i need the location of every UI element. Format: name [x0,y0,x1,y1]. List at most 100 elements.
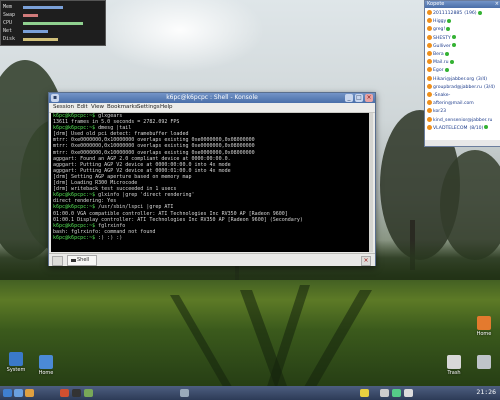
terminal-text: 01:00.1 Display controller: ATI Technolo… [53,216,303,223]
kopete-titlebar[interactable]: Kopete × [425,1,500,8]
konsole-icon[interactable] [72,389,81,397]
contact-name: VLADTELECOM [433,125,468,131]
contact-item[interactable]: 2011112885 (196) [427,10,482,17]
terminal-text: agpgart: Putting AGP V2 device at 0000:0… [53,161,231,168]
terminal-output[interactable]: k6pc@k6pcpc:~$ glxgears 13611 frames in 5… [51,113,371,252]
online-icon [477,10,482,15]
contact-item[interactable]: Bera [427,51,449,58]
menu-bookmarks[interactable]: Bookmarks [107,103,138,112]
contact-item[interactable]: SHESTY [427,34,456,42]
terminal-text: [drm] Used old pci detect: framebuffer l… [53,131,189,138]
terminal-text: [drm] Setting AGP aperture based on memo… [53,173,192,180]
monitor-row: Disk [3,36,16,42]
konsole-window[interactable]: ▪ k6pc@k6pcpc : Shell - Konsole _ □ × Se… [48,92,376,266]
menu-view[interactable]: View [91,103,104,112]
contact-item[interactable]: Hikari@jabber.org (3/4) [427,75,488,83]
desktop-icon[interactable] [14,389,23,397]
terminal-scrollbar[interactable] [369,113,373,252]
shell-prompt: k6pc@k6pcpc:~$ [53,125,99,132]
shell-prompt: k6pc@k6pcpc:~$ [53,204,99,211]
computer-icon [9,352,23,366]
contact-status-icon [427,51,432,56]
contact-name: -Snake- [433,93,451,98]
contact-item[interactable]: -Snake- [427,92,450,99]
contact-status-icon [427,116,432,122]
terminal-text: mtrr: 0xe0000000,0x10000000 overlaps exi… [53,149,255,156]
contact-status-icon [427,124,432,130]
home-icon[interactable] [25,389,34,397]
maximize-icon[interactable]: □ [355,94,363,102]
terminal-text: direct rendering: Yes [53,198,117,205]
contact-item[interactable]: Mail.ru [427,59,454,66]
trash-icon [447,355,461,369]
contact-count: (3/4) [476,76,488,82]
terminal-text: :) :) :) [98,234,126,241]
menu-edit[interactable]: Edit [77,103,88,112]
contact-item[interactable]: kor23 [427,108,446,115]
network-icon[interactable] [392,389,401,397]
menu-session[interactable]: Session [53,103,74,112]
monitor-row: Mem [3,4,13,10]
shell-prompt: k6pc@k6pcpc:~$ [53,222,99,229]
contact-name: Bera [433,52,444,57]
monitor-bar [23,30,48,33]
monitor-bar [23,38,58,41]
kmenu-icon[interactable] [3,389,12,397]
terminal-icon [71,259,76,262]
tab-shell[interactable]: Shell [67,255,97,266]
contact-status-icon [427,42,432,48]
contact-item[interactable]: kind_sensenior@jabber.ru [427,116,493,124]
menu-help[interactable]: Help [160,103,173,112]
contact-status-icon [427,67,432,73]
new-tab-button[interactable] [52,256,63,266]
desktop-icon-drive[interactable] [472,355,496,370]
contact-item[interactable]: greg! [427,26,451,33]
volume-icon[interactable] [380,389,389,397]
kopete-icon[interactable] [360,389,369,397]
contact-count: (3/4) [483,84,495,90]
desktop-icon-label: Home [38,370,54,376]
terminal-text: fglrxinfo [98,222,126,229]
pager-icon[interactable] [180,389,189,397]
contact-name: afterin@mail.com [433,101,474,107]
contact-item[interactable]: Higgy [427,18,452,25]
contact-item[interactable]: groupbrad@jabber.ru (3/4) [427,83,495,91]
contact-item[interactable]: Gulliver [427,42,456,50]
contact-item[interactable]: VLADTELECOM (8/10) [427,124,489,132]
contact-name: Hikari@jabber.org [433,76,475,82]
desktop-icon-home[interactable]: Home [34,355,58,376]
desktop-icon-folder[interactable]: Home [472,316,496,337]
kopete-contact-list[interactable]: Kopete × 2011112885 (196) Higgy greg! SHESTY… [424,0,500,147]
terminal-text: bash: fglrxinfo: command not found [53,228,156,235]
browser-icon[interactable] [60,389,69,397]
close-icon[interactable]: × [495,1,499,8]
close-tab-button[interactable]: × [361,256,371,266]
terminal-text: agpgart: Found an AGP 2.0 compliant devi… [53,155,231,162]
contact-item[interactable]: Egor [427,67,449,74]
online-icon [444,51,449,56]
contact-name: kind_sensenior@jabber.ru [433,117,493,123]
close-icon[interactable]: × [365,94,373,102]
tray-icon[interactable] [404,389,413,397]
minimize-icon[interactable]: _ [345,94,353,102]
contact-name: SHESTY [433,35,451,41]
contact-item[interactable]: afterin@mail.com [427,100,474,107]
contact-status-icon [427,26,432,32]
window-titlebar[interactable]: ▪ k6pc@k6pcpc : Shell - Konsole _ □ × [49,93,375,103]
terminal-text: dmesg |tail [98,125,132,132]
contact-count: (196) [464,11,477,16]
desktop-icon-trash[interactable]: Trash [442,355,466,376]
editor-icon[interactable] [84,389,93,397]
contact-name: greg! [433,27,446,33]
clock[interactable]: 21:26 [476,388,496,396]
terminal-text: glxgears [98,113,123,119]
home-folder-icon [39,355,53,369]
tab-label: Shell [77,257,90,263]
menu-settings[interactable]: Settings [137,103,160,112]
monitor-row: Net [3,28,13,34]
monitor-bar [23,14,38,17]
shell-prompt: k6pc@k6pcpc:~$ [53,234,99,241]
desktop-icon-system[interactable]: System [4,352,28,373]
system-monitor: Mem Swap CPU Net Disk [0,0,106,46]
contact-name: groupbrad@jabber.ru [433,84,482,90]
